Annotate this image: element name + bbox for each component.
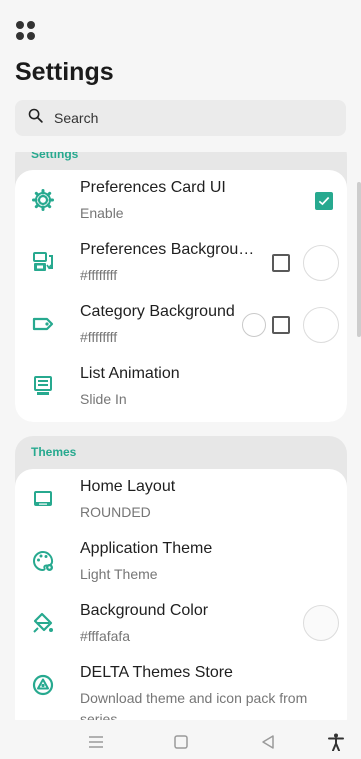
delta-store-icon <box>31 673 55 697</box>
section-themes: Themes Home Layout ROUNDED Application T… <box>15 436 347 720</box>
item-title: Application Theme <box>80 540 213 557</box>
page-title: Settings <box>15 58 114 86</box>
scrollbar[interactable] <box>357 182 361 337</box>
item-title: Preferences Backgrou… <box>80 241 255 258</box>
section-card: Home Layout ROUNDED Application Theme Li… <box>15 469 347 720</box>
section-header: Settings <box>31 152 79 161</box>
item-title: List Animation <box>80 365 180 382</box>
list-item-preferences-card-ui[interactable]: Preferences Card UI Enable <box>15 170 347 232</box>
color-preview[interactable] <box>303 605 339 641</box>
palette-icon <box>31 549 55 573</box>
color-preview[interactable] <box>303 245 339 281</box>
home-icon[interactable] <box>171 733 191 751</box>
system-navbar <box>0 725 361 759</box>
search-bar[interactable]: Search <box>15 100 346 136</box>
monitor-icon <box>31 487 55 511</box>
checkbox[interactable] <box>272 254 290 272</box>
item-subtitle: Light Theme <box>80 566 158 582</box>
color-preview[interactable] <box>303 307 339 343</box>
item-subtitle: Download theme and icon pack from <box>80 690 308 706</box>
settings-list[interactable]: Settings Preferences Card UI Enable Pref… <box>0 152 361 720</box>
apps-grid-icon[interactable] <box>16 21 38 43</box>
item-subtitle: #fffafafa <box>80 628 131 644</box>
radio-circle[interactable] <box>242 313 266 337</box>
paint-bucket-icon <box>31 611 55 635</box>
enable-checkbox[interactable] <box>315 192 333 210</box>
item-subtitle-continuation: series <box>80 711 118 720</box>
item-subtitle: #ffffffff <box>80 267 118 283</box>
gear-icon <box>31 188 55 212</box>
checkbox[interactable] <box>272 316 290 334</box>
item-subtitle: Slide In <box>80 391 127 407</box>
item-title: Category Background <box>80 303 235 320</box>
back-icon[interactable] <box>258 733 278 751</box>
accessibility-icon[interactable] <box>326 733 346 752</box>
list-item-delta-themes-store[interactable]: DELTA Themes Store Download theme and ic… <box>15 655 347 720</box>
item-subtitle: #ffffffff <box>80 329 118 345</box>
label-tag-icon <box>31 312 55 336</box>
section-card: Preferences Card UI Enable Preferences B… <box>15 170 347 422</box>
list-item-category-background[interactable]: Category Background #ffffffff <box>15 294 347 356</box>
item-title: Home Layout <box>80 478 176 495</box>
list-item-list-animation[interactable]: List Animation Slide In <box>15 356 347 418</box>
search-icon <box>27 107 44 129</box>
layout-swap-icon <box>31 250 55 274</box>
item-subtitle: Enable <box>80 205 124 221</box>
section-header: Themes <box>31 445 77 459</box>
menu-icon[interactable] <box>86 733 106 751</box>
list-item-background-color[interactable]: Background Color #fffafafa <box>15 593 347 655</box>
list-item-preferences-background[interactable]: Preferences Backgrou… #ffffffff <box>15 232 347 294</box>
item-title: Background Color <box>80 602 209 619</box>
section-settings: Settings Preferences Card UI Enable Pref… <box>15 152 347 422</box>
list-animation-icon <box>31 374 55 398</box>
list-item-application-theme[interactable]: Application Theme Light Theme <box>15 531 347 593</box>
item-subtitle: ROUNDED <box>80 504 151 520</box>
search-input[interactable]: Search <box>54 110 98 126</box>
item-title: DELTA Themes Store <box>80 664 233 681</box>
item-title: Preferences Card UI <box>80 179 226 196</box>
list-item-home-layout[interactable]: Home Layout ROUNDED <box>15 469 347 531</box>
